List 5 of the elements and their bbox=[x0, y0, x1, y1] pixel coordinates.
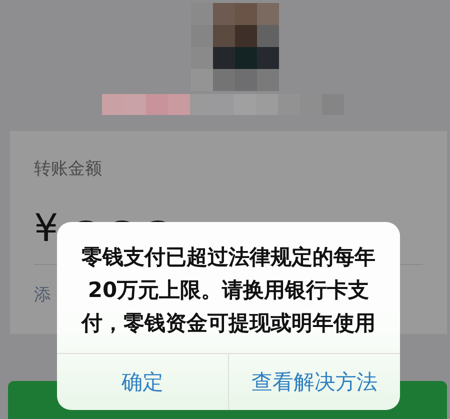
amount-label: 转账金额 bbox=[34, 158, 103, 180]
currency-symbol: ¥ bbox=[34, 206, 58, 250]
dialog-button[interactable]: 确定 bbox=[57, 354, 228, 410]
dialog-button[interactable]: 查看解决方法 bbox=[228, 354, 400, 410]
alert-message: 零钱支付已超过法律规定的每年20万元上限。请换用银行卡支付，零钱资金可提现或明年使用 bbox=[80, 244, 376, 337]
